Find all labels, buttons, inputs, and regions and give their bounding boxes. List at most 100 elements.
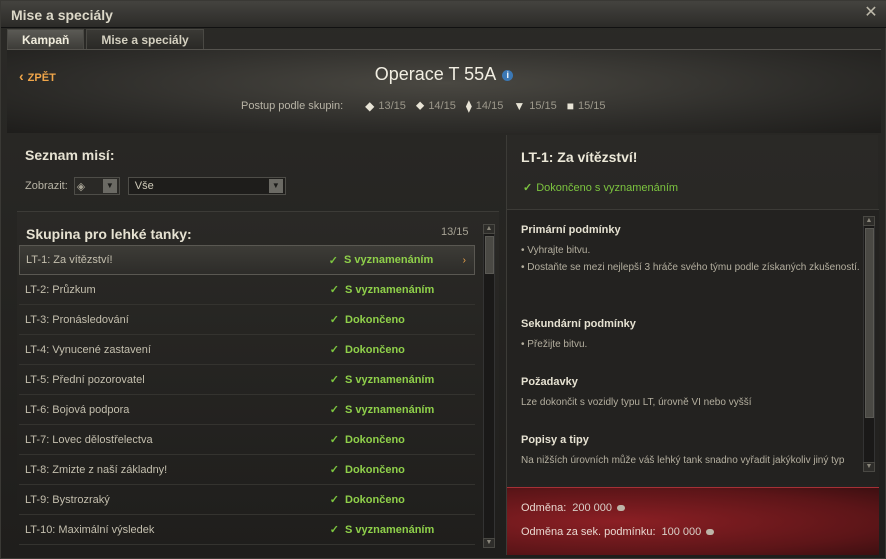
secondary-reward-line: Odměna za sek. podmínku: 100 000 — [521, 526, 715, 538]
mission-row[interactable]: LT-4: Vynucené zastavení ✓ Dokončeno — [19, 335, 475, 365]
mission-name: LT-5: Přední pozorovatel — [25, 373, 145, 386]
operation-header: ‹ ZPĚT Operace T 55A i Postup podle skupin… — [7, 49, 881, 133]
progress-label: Postup podle skupin: — [241, 99, 344, 112]
reward-label: Odměna: — [521, 502, 567, 514]
primary-conditions: Primární podmínky • Vyhrajte bitvu. • Do… — [521, 224, 861, 276]
tips-title: Popisy a tipy — [521, 434, 589, 446]
detail-title: LT-1: Za vítězství! — [521, 149, 638, 165]
info-icon[interactable]: i — [502, 69, 514, 81]
group-mt[interactable]: ⬥ 14/15 — [416, 98, 456, 113]
secondary-title: Sekundární podmínky — [521, 318, 636, 330]
group-spg-value: 15/15 — [577, 99, 606, 112]
tips-text: Na nižších úrovních může váš lehký tank … — [521, 455, 845, 466]
td-icon: ▼ — [513, 98, 526, 113]
mission-row[interactable]: LT-3: Pronásledování ✓ Dokončeno — [19, 305, 475, 335]
window-title: Mise a speciály — [11, 7, 113, 23]
reward-line: Odměna: 200 000 — [521, 502, 626, 514]
mission-status: Dokončeno — [345, 313, 405, 326]
detail-status-text: Dokončeno s vyznamenáním — [536, 182, 679, 194]
check-icon: ✓ — [329, 284, 339, 296]
scroll-down-icon[interactable]: ▼ — [483, 538, 495, 548]
secondary-reward-value: 100 000 — [661, 526, 702, 538]
tab-campaign[interactable]: Kampaň — [7, 29, 85, 49]
group-title: Skupina pro lehké tanky: — [26, 226, 192, 242]
chevron-down-icon: ▼ — [102, 179, 117, 193]
check-icon: ✓ — [523, 182, 533, 194]
lt-icon: ◆ — [365, 98, 375, 113]
mission-name: LT-2: Průzkum — [25, 283, 96, 296]
check-icon: ✓ — [329, 494, 339, 506]
chevron-right-icon: › — [462, 254, 466, 266]
mission-row[interactable]: LT-2: Průzkum ✓ S vyznamenáním — [19, 275, 475, 305]
mission-name: LT-6: Bojová podpora — [25, 403, 130, 416]
primary-condition: • Vyhrajte bitvu. — [521, 245, 591, 256]
scroll-down-icon[interactable]: ▼ — [863, 462, 875, 472]
mission-status: Dokončeno — [345, 343, 405, 356]
operation-title-text: Operace T 55A — [374, 64, 497, 84]
detail-scrollbar[interactable]: ▲ ▼ — [863, 216, 875, 474]
mission-list-scrollbar[interactable]: ▲ ▼ — [483, 224, 495, 550]
mission-name: LT-8: Zmizte z naší základny! — [25, 463, 168, 476]
mission-row[interactable]: LT-6: Bojová podpora ✓ S vyznamenáním — [19, 395, 475, 425]
group-count: 13/15 — [441, 226, 469, 238]
mission-list-title: Seznam misí: — [25, 147, 115, 163]
group-mt-value: 14/15 — [428, 99, 456, 112]
group-spg[interactable]: ■ 15/15 — [567, 99, 606, 113]
check-icon: ✓ — [329, 524, 339, 536]
scroll-up-icon[interactable]: ▲ — [483, 224, 495, 234]
mission-name: LT-3: Pronásledování — [25, 313, 129, 326]
mission-name: LT-7: Lovec dělostřelectva — [25, 433, 153, 446]
filter-row: Zobrazit: ◈ ▼ Vše ▼ — [25, 177, 286, 195]
group-progress: Postup podle skupin: ◆ 13/15 ⬥ 14/15 ⧫ 14/1… — [241, 98, 616, 113]
scroll-thumb[interactable] — [865, 228, 874, 418]
mission-status: Dokončeno — [345, 493, 405, 506]
tab-missions[interactable]: Mise a speciály — [86, 29, 204, 49]
close-icon[interactable]: ✕ — [863, 5, 879, 21]
tank-type-icon: ◈ — [76, 180, 86, 193]
check-icon: ✓ — [329, 374, 339, 386]
vehicle-type-select[interactable]: ◈ ▼ — [73, 177, 120, 195]
scroll-thumb[interactable] — [485, 236, 494, 274]
check-icon: ✓ — [328, 254, 338, 267]
mt-icon: ⬥ — [415, 98, 425, 112]
group-ht[interactable]: ⧫ 14/15 — [466, 99, 503, 113]
status-filter-select[interactable]: Vše ▼ — [127, 177, 286, 195]
scroll-track[interactable] — [863, 226, 875, 462]
requirements: Požadavky Lze dokončit s vozidly typu LT… — [521, 376, 861, 411]
mission-row[interactable]: LT-5: Přední pozorovatel ✓ S vyznamenání… — [19, 365, 475, 395]
requirements-text: Lze dokončit s vozidly typu LT, úrovně V… — [521, 397, 752, 408]
primary-title: Primární podmínky — [521, 224, 621, 236]
scroll-up-icon[interactable]: ▲ — [863, 216, 875, 226]
spg-icon: ■ — [566, 98, 574, 113]
secondary-reward-label: Odměna za sek. podmínku: — [521, 526, 656, 538]
check-icon: ✓ — [329, 404, 339, 416]
mission-rows: LT-1: Za vítězství! ✓ S vyznamenáním › L… — [19, 245, 475, 545]
mission-name: LT-9: Bystrozraký — [25, 493, 110, 506]
group-td[interactable]: ▼ 15/15 — [513, 99, 556, 113]
mission-row[interactable]: LT-10: Maximální výsledek ✓ S vyznamenán… — [19, 515, 475, 545]
status-filter-value: Vše — [134, 180, 154, 192]
credits-icon — [617, 505, 626, 512]
mission-row[interactable]: LT-9: Bystrozraký ✓ Dokončeno — [19, 485, 475, 515]
check-icon: ✓ — [329, 434, 339, 446]
mission-row[interactable]: LT-8: Zmizte z naší základny! ✓ Dokončen… — [19, 455, 475, 485]
mission-status: S vyznamenáním — [345, 403, 435, 416]
primary-condition: • Dostaňte se mezi nejlepší 3 hráče svéh… — [521, 262, 860, 273]
detail-status: ✓ Dokončeno s vyznamenáním — [523, 181, 678, 194]
mission-name: LT-1: Za vítězství! — [26, 254, 113, 266]
operation-title: Operace T 55A i — [7, 64, 881, 85]
mission-status: S vyznamenáním — [345, 283, 435, 296]
reward-panel: Odměna: 200 000 Odměna za sek. podmínku: 1… — [507, 487, 879, 555]
mission-row[interactable]: LT-7: Lovec dělostřelectva ✓ Dokončeno — [19, 425, 475, 455]
mission-row[interactable]: LT-1: Za vítězství! ✓ S vyznamenáním › — [19, 245, 475, 275]
scroll-track[interactable] — [483, 234, 495, 538]
group-ht-value: 14/15 — [475, 99, 504, 112]
mission-status: Dokončeno — [345, 463, 405, 476]
group-lt[interactable]: ◆ 13/15 — [365, 99, 406, 113]
tips: Popisy a tipy Na nižších úrovních může v… — [521, 434, 861, 469]
mission-status: S vyznamenáním — [345, 523, 435, 536]
tab-bar: Kampaň Mise a speciály — [7, 29, 206, 49]
mission-list-panel: Seznam misí: Zobrazit: ◈ ▼ Vše ▼ Skupina… — [17, 135, 499, 555]
credits-icon — [706, 529, 715, 536]
chevron-down-icon: ▼ — [268, 179, 283, 193]
